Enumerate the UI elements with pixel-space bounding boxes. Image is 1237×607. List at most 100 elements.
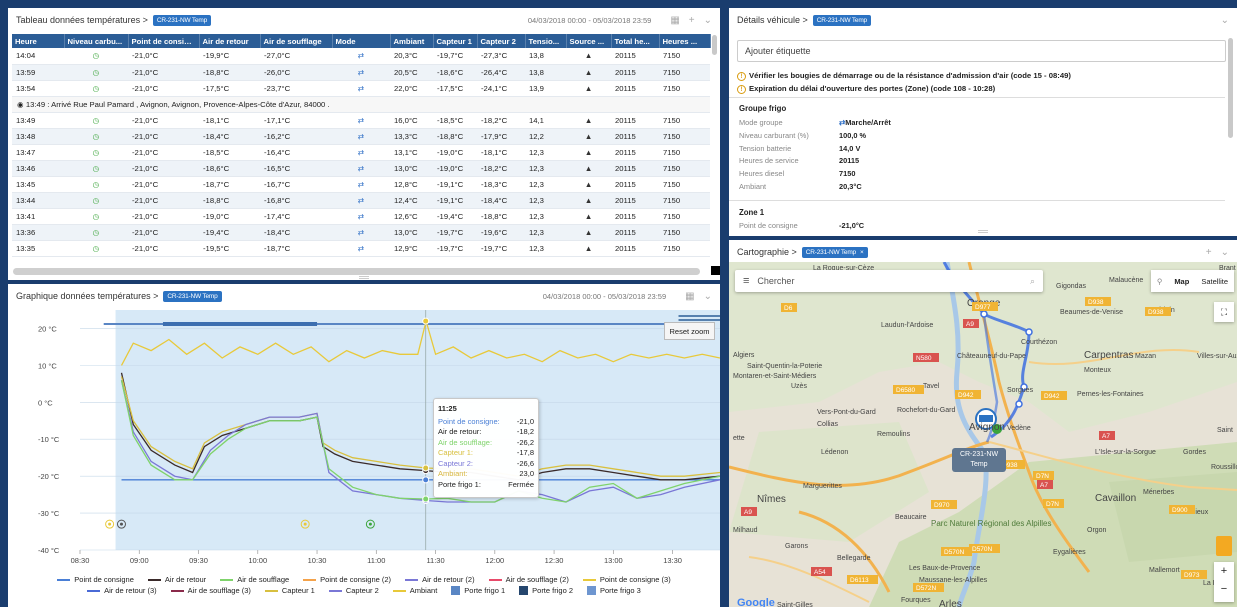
legend-item[interactable]: Point de consigne (2) bbox=[303, 574, 391, 585]
table-row[interactable]: 13:46 ◷ -21,0°C -18,6°C -16,5°C ⇄ 13,0°C -19,0°… bbox=[12, 160, 710, 177]
legend-item[interactable]: Air de retour (3) bbox=[87, 585, 157, 596]
map-place-label: Villes-sur-Auzon bbox=[1197, 353, 1237, 360]
column-header-9[interactable]: Tensio... bbox=[525, 34, 567, 48]
chevron-down-icon[interactable]: ⌄ bbox=[704, 291, 712, 302]
legend-item[interactable]: Ambiant bbox=[392, 585, 437, 596]
legend-item[interactable]: Air de soufflage (3) bbox=[170, 585, 251, 596]
vehicle-badge[interactable]: CR-231-NW Temp × bbox=[801, 246, 868, 258]
table-cell: -21,0°C bbox=[128, 192, 199, 209]
column-header-12[interactable]: Heures ... bbox=[659, 34, 711, 48]
pin-icon[interactable]: ⚲ bbox=[1151, 277, 1169, 286]
road-label: D6 bbox=[784, 305, 793, 312]
plus-icon[interactable]: + bbox=[1206, 247, 1212, 258]
column-header-3[interactable]: Air de retour bbox=[199, 34, 261, 48]
date-range[interactable]: 04/03/2018 00:00 - 05/03/2018 23:59 bbox=[543, 292, 666, 301]
column-header-8[interactable]: Capteur 2 bbox=[477, 34, 526, 48]
navigator-thumb[interactable] bbox=[162, 322, 318, 326]
legend-swatch bbox=[220, 578, 234, 581]
hover-point bbox=[422, 476, 430, 484]
date-range[interactable]: 04/03/2018 00:00 - 05/03/2018 23:59 bbox=[528, 16, 651, 25]
table-row[interactable]: 13:45 ◷ -21,0°C -18,7°C -16,7°C ⇄ 12,8°C -19,1°… bbox=[12, 176, 710, 193]
table-cell: -18,2°C bbox=[477, 160, 525, 177]
column-header-6[interactable]: Ambiant bbox=[390, 34, 434, 48]
map-canvas[interactable]: La Roque-sur-CèzeMalaucèneGigondasOrange… bbox=[729, 262, 1237, 607]
legend-item[interactable]: Point de consigne bbox=[57, 574, 134, 585]
column-header-4[interactable]: Air de soufflage bbox=[260, 34, 333, 48]
details-scrollbar[interactable] bbox=[1228, 38, 1233, 138]
road-label: D6580 bbox=[896, 387, 916, 394]
event-row[interactable]: ◉ 13:49 : Arrivé Rue Paul Pamard , Avign… bbox=[12, 96, 710, 113]
table-row[interactable]: 14:04 ◷ -21,0°C -19,9°C -27,0°C ⇄ 20,3°C -19,7°… bbox=[12, 48, 710, 65]
detail-row: Ambiant 20,3°C bbox=[739, 182, 862, 191]
resize-grip[interactable] bbox=[359, 276, 369, 279]
calendar-icon[interactable]: ▦ bbox=[685, 291, 694, 302]
legend-item[interactable]: Air de retour bbox=[147, 574, 206, 585]
legend-item[interactable]: Point de consigne (3) bbox=[582, 574, 671, 585]
table-row[interactable]: 13:54 ◷ -21,0°C -17,5°C -23,7°C ⇄ 22,0°C -17,5°… bbox=[12, 80, 710, 97]
vehicle-badge[interactable]: CR-231-NW Temp bbox=[812, 14, 871, 26]
zoom-out-button[interactable]: − bbox=[1214, 580, 1234, 598]
x-tick-label: 12:30 bbox=[545, 556, 564, 565]
legend-item[interactable]: Air de retour (2) bbox=[405, 574, 475, 585]
chevron-down-icon[interactable]: ⌄ bbox=[1221, 15, 1229, 26]
map-place-label: Cavaillon bbox=[1095, 493, 1136, 504]
table-cell: 13,8 bbox=[525, 64, 566, 81]
temperature-chart[interactable]: 20 °C 10 °C 0 °C -10 °C -20 °C -30 °C -40 °C 08… bbox=[8, 306, 720, 574]
table-cell: -19,9°C bbox=[199, 48, 260, 65]
map-view[interactable]: La Roque-sur-CèzeMalaucèneGigondasOrange… bbox=[729, 262, 1237, 607]
chevron-down-icon[interactable]: ⌄ bbox=[704, 15, 712, 26]
resize-grip[interactable] bbox=[978, 230, 988, 233]
table-row[interactable]: 13:48 ◷ -21,0°C -18,4°C -16,2°C ⇄ 13,3°C -18,8°… bbox=[12, 128, 710, 145]
table-row[interactable]: 13:44 ◷ -21,0°C -18,8°C -16,8°C ⇄ 12,4°C -19,1°… bbox=[12, 192, 710, 209]
table-row[interactable]: 13:35 ◷ -21,0°C -19,5°C -18,7°C ⇄ 12,9°C -19,7°… bbox=[12, 240, 710, 257]
calendar-icon[interactable]: ▦ bbox=[670, 15, 679, 26]
table-cell: 13,0°C bbox=[390, 160, 433, 177]
table-row[interactable]: 13:47 ◷ -21,0°C -18,5°C -16,4°C ⇄ 13,1°C -19,0°… bbox=[12, 144, 710, 161]
table-horizontal-scrollbar[interactable] bbox=[13, 268, 700, 275]
fullscreen-icon[interactable]: ⛶ bbox=[1214, 302, 1234, 322]
column-header-5[interactable]: Mode bbox=[332, 34, 391, 48]
table-cell: 12,3 bbox=[525, 176, 566, 193]
map-type-satellite[interactable]: Satellite bbox=[1195, 277, 1234, 286]
zoom-in-button[interactable]: + bbox=[1214, 562, 1234, 580]
column-header-10[interactable]: Source ... bbox=[566, 34, 612, 48]
legend-item[interactable]: Porte frigo 1 bbox=[451, 585, 505, 596]
column-header-2[interactable]: Point de consign... bbox=[128, 34, 200, 48]
detail-row: Tension batterie 14,0 V bbox=[739, 143, 861, 153]
legend-item[interactable]: Air de soufflage (2) bbox=[488, 574, 569, 585]
street-view-icon[interactable] bbox=[1216, 536, 1232, 556]
search-icon[interactable]: ⌕ bbox=[1030, 276, 1035, 287]
plus-icon[interactable]: + bbox=[689, 15, 695, 26]
table-row[interactable]: 13:49 ◷ -21,0°C -18,1°C -17,1°C ⇄ 16,0°C -18,5°… bbox=[12, 112, 710, 129]
map-place-label: Marguerittes bbox=[803, 483, 842, 490]
menu-icon[interactable]: ≡ bbox=[743, 275, 749, 287]
legend-swatch bbox=[147, 578, 161, 581]
map-search-input[interactable]: Chercher bbox=[757, 276, 794, 286]
table-vertical-scrollbar[interactable] bbox=[712, 35, 717, 55]
map-search-box[interactable]: ≡ Chercher ⌕ bbox=[735, 270, 1043, 292]
legend-item[interactable]: Capteur 2 bbox=[328, 585, 379, 596]
close-icon[interactable]: × bbox=[860, 249, 864, 256]
column-header-1[interactable]: Niveau carbu... bbox=[64, 34, 129, 48]
legend-item[interactable]: Air de soufflage bbox=[220, 574, 289, 585]
column-header-7[interactable]: Capteur 1 bbox=[433, 34, 478, 48]
table-panel-title: Tableau données températures > bbox=[16, 15, 148, 25]
map-type-map[interactable]: Map bbox=[1168, 277, 1195, 286]
vehicle-map-label[interactable]: CR-231-NW Temp bbox=[952, 448, 1006, 472]
column-header-11[interactable]: Total he... bbox=[611, 34, 660, 48]
chevron-down-icon[interactable]: ⌄ bbox=[1221, 247, 1229, 258]
vehicle-badge[interactable]: CR-231-NW Temp bbox=[163, 290, 222, 302]
road-label: D942 bbox=[1044, 393, 1060, 400]
reset-zoom-button[interactable]: Reset zoom bbox=[664, 322, 715, 340]
legend-item[interactable]: Capteur 1 bbox=[264, 585, 315, 596]
legend-item[interactable]: Porte frigo 2 bbox=[519, 585, 573, 596]
table-row[interactable]: 13:59 ◷ -21,0°C -18,8°C -26,0°C ⇄ 20,5°C -18,6°… bbox=[12, 64, 710, 81]
table-row[interactable]: 13:36 ◷ -21,0°C -19,4°C -18,4°C ⇄ 13,0°C -19,7°… bbox=[12, 224, 710, 241]
column-header-0[interactable]: Heure bbox=[12, 34, 65, 48]
table-row[interactable]: 13:41 ◷ -21,0°C -19,0°C -17,4°C ⇄ 12,6°C -19,4°… bbox=[12, 208, 710, 225]
fuel-source-icon: ▲ bbox=[566, 80, 611, 97]
vehicle-badge[interactable]: CR-231-NW Temp bbox=[152, 14, 212, 26]
table-cell: 12,4°C bbox=[390, 192, 433, 209]
legend-item[interactable]: Porte frigo 3 bbox=[587, 585, 641, 596]
add-tag-input[interactable]: Ajouter étiquette bbox=[737, 40, 1226, 62]
